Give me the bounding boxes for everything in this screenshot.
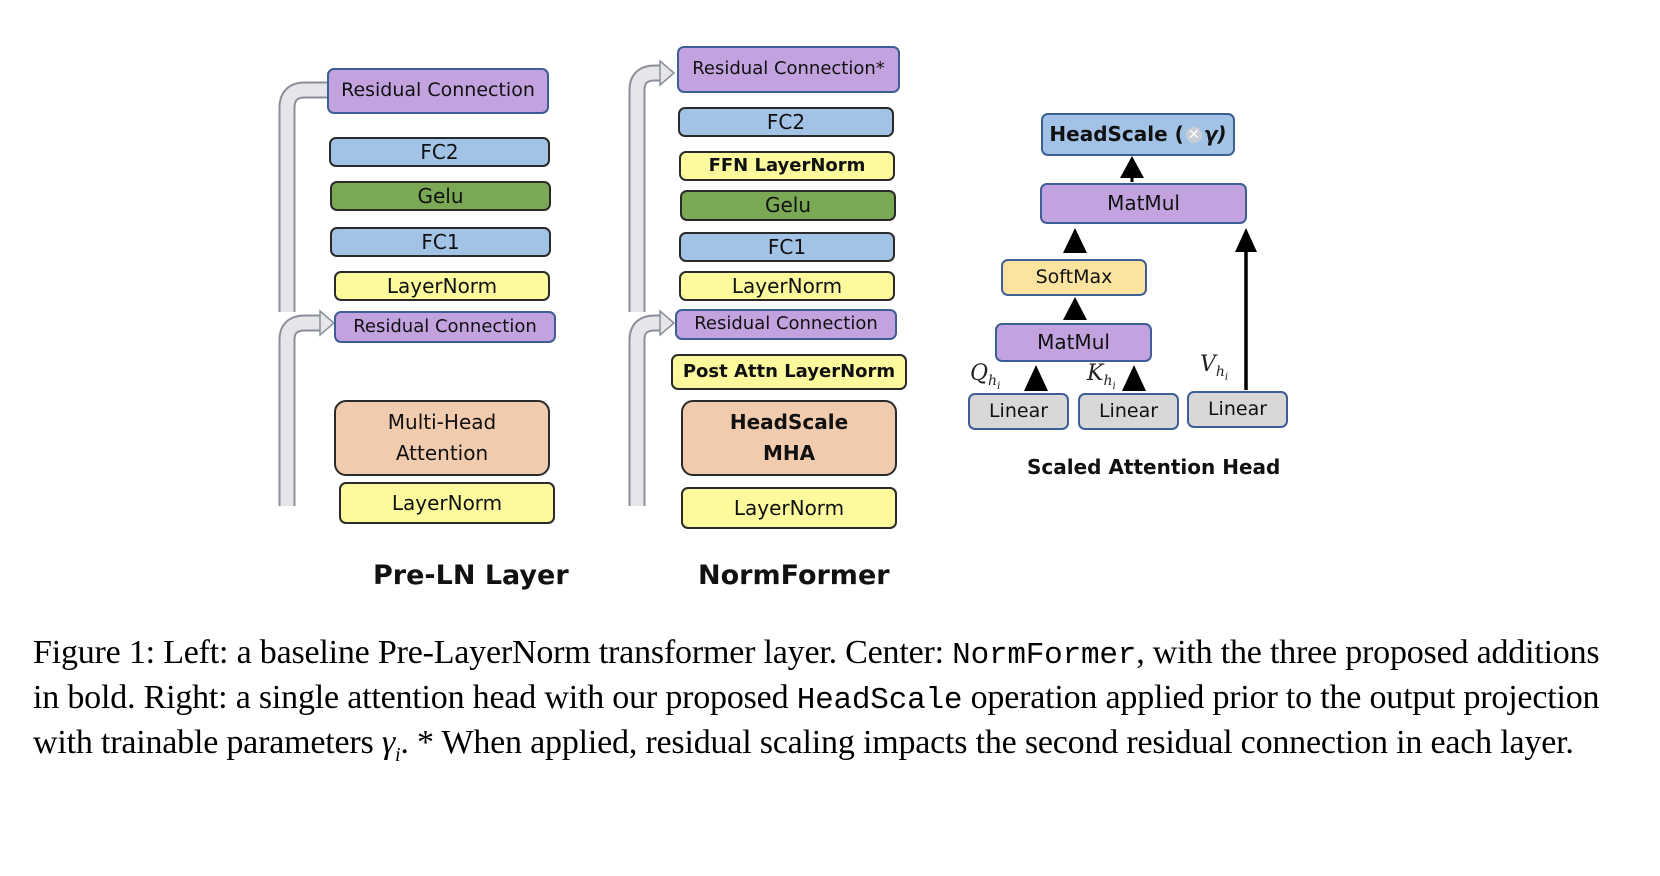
pre-ln-residual-connection-top: Residual Connection [327, 68, 549, 114]
caption-code-normformer: NormFormer [952, 638, 1137, 673]
matmul-bottom: MatMul [995, 323, 1152, 362]
pre-ln-multi-head-attention: Multi-Head Attention [334, 400, 550, 476]
caption-gamma: γi [381, 724, 401, 766]
headscale-mha-line-2: MHA [762, 441, 816, 465]
arrow-to-softmax [1063, 297, 1087, 320]
normformer-ffn-layernorm: FFN LayerNorm [679, 151, 895, 181]
pre-ln-layernorm-attn: LayerNorm [339, 482, 555, 524]
arrow-to-headscale [1120, 156, 1144, 178]
mha-line-1: Multi-Head [387, 410, 497, 434]
pre-ln-residual-connection-mid: Residual Connection [334, 311, 556, 343]
attention-head-title: Scaled Attention Head [1027, 455, 1281, 479]
normformer-residual-connection-mid: Residual Connection [675, 309, 897, 340]
arrow-k-to-matmul [1122, 365, 1146, 391]
normformer-fc1: FC1 [679, 232, 895, 262]
arrow-q-to-matmul [1024, 365, 1048, 391]
normformer-headscale-mha: HeadScale MHA [681, 400, 897, 476]
q-input-label: Qhi [970, 361, 1001, 393]
headscale-gamma: γ) [1203, 122, 1227, 146]
headscale-block: HeadScale ( ✕ γ) [1041, 113, 1235, 156]
pre-ln-fc1: FC1 [330, 227, 551, 257]
caption-text-1: Figure 1: Left: a baseline Pre-LayerNorm… [33, 634, 953, 671]
k-input-label: Khi [1087, 361, 1116, 393]
caption-text-4: . * When applied, residual scaling impac… [400, 724, 1574, 761]
pre-ln-title: Pre-LN Layer [373, 560, 569, 591]
normformer-gelu: Gelu [680, 190, 896, 221]
matmul-top: MatMul [1040, 183, 1247, 224]
softmax-block: SoftMax [1001, 259, 1147, 296]
linear-q: Linear [968, 393, 1069, 430]
caption-code-headscale: HeadScale [796, 683, 963, 718]
v-input-label: Vhi [1200, 352, 1229, 384]
normformer-layernorm-ffn: LayerNorm [679, 271, 895, 301]
pre-ln-fc2: FC2 [329, 137, 550, 167]
linear-v: Linear [1187, 391, 1288, 428]
normformer-residual-connection-top: Residual Connection* [677, 46, 900, 93]
multiply-icon: ✕ [1185, 126, 1202, 143]
pre-ln-gelu: Gelu [330, 181, 551, 211]
headscale-label: HeadScale ( [1049, 122, 1184, 146]
headscale-mha-line-1: HeadScale [729, 410, 849, 434]
normformer-title: NormFormer [698, 560, 890, 591]
normformer-layernorm-attn: LayerNorm [681, 487, 897, 529]
normformer-post-attn-layernorm: Post Attn LayerNorm [671, 354, 907, 390]
figure-caption: Figure 1: Left: a baseline Pre-LayerNorm… [33, 632, 1633, 776]
mha-line-2: Attention [395, 441, 489, 465]
linear-k: Linear [1078, 393, 1179, 430]
arrow-to-matmul-top [1063, 228, 1087, 253]
pre-ln-layernorm-ffn: LayerNorm [334, 271, 550, 301]
normformer-fc2: FC2 [678, 107, 894, 137]
